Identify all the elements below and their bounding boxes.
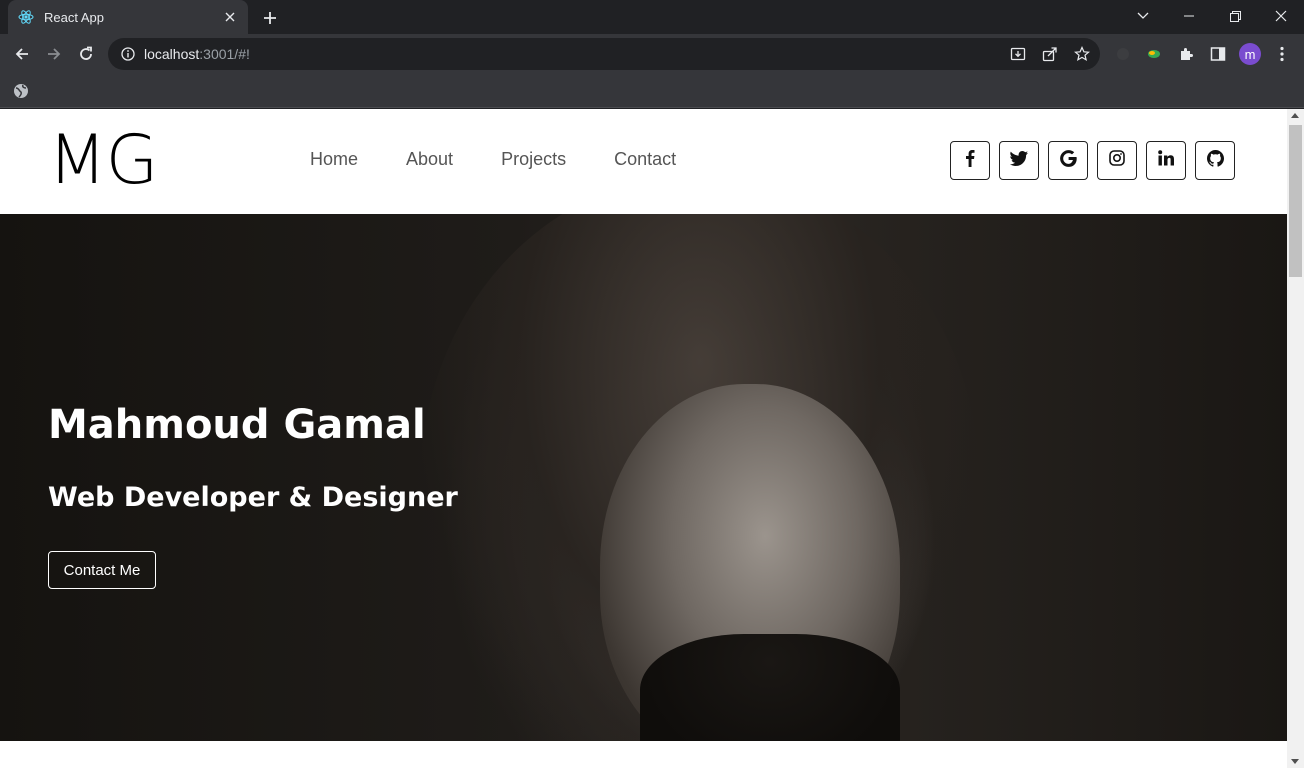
puzzle-extensions-icon[interactable] [1171,39,1201,69]
page-viewport: MG Home About Projects Contact Mahmoud G… [0,109,1287,768]
scroll-up-arrow-icon[interactable] [1291,113,1299,118]
reload-icon[interactable] [71,39,101,69]
forward-arrow-icon[interactable] [39,39,69,69]
new-tab-icon[interactable] [258,6,282,30]
nav-link-home[interactable]: Home [310,149,358,170]
url-path: :3001/#! [199,46,250,62]
nav-link-contact[interactable]: Contact [614,149,676,170]
close-window-icon[interactable] [1258,0,1304,32]
facebook-icon [965,149,975,172]
github-button[interactable] [1195,141,1235,180]
tab-search-chevron-icon[interactable] [1120,0,1166,32]
hero-section: Mahmoud Gamal Web Developer & Designer C… [0,214,1287,741]
browser-tab[interactable]: React App [8,0,248,34]
linkedin-icon [1158,150,1174,171]
react-favicon-icon [18,9,34,25]
hero-title: Mahmoud Gamal [48,402,426,448]
main-nav: Home About Projects Contact [310,149,676,170]
bookmarks-bar [0,74,1304,108]
minimize-icon[interactable] [1166,0,1212,32]
extension-cloud-icon[interactable] [1139,39,1169,69]
scrollbar-thumb[interactable] [1289,125,1302,277]
hero-subtitle: Web Developer & Designer [48,482,458,513]
instagram-icon [1109,150,1125,171]
site-info-icon[interactable] [120,46,136,62]
back-arrow-icon[interactable] [7,39,37,69]
globe-bookmark-icon[interactable] [12,82,30,100]
tab-strip: React App [0,0,1304,34]
avatar: m [1239,43,1261,65]
next-section [0,741,1287,768]
url-host: localhost [144,46,200,62]
browser-toolbar: localhost:3001/#! m [0,34,1304,74]
share-icon[interactable] [1042,46,1058,62]
nav-link-about[interactable]: About [406,149,453,170]
linkedin-button[interactable] [1146,141,1186,180]
hero-photo-neck [640,634,900,741]
install-app-icon[interactable] [1010,46,1026,62]
twitter-icon [1010,150,1028,171]
kebab-menu-icon[interactable] [1267,39,1297,69]
google-icon [1059,149,1077,172]
social-links [950,141,1235,180]
scroll-down-arrow-icon[interactable] [1291,759,1299,764]
tab-title: React App [44,9,104,25]
instagram-button[interactable] [1097,141,1137,180]
twitter-button[interactable] [999,141,1039,180]
restore-icon[interactable] [1212,0,1258,32]
google-button[interactable] [1048,141,1088,180]
contact-me-button[interactable]: Contact Me [48,551,156,589]
facebook-button[interactable] [950,141,990,180]
page-scrollbar[interactable] [1287,109,1304,768]
address-bar[interactable]: localhost:3001/#! [108,38,1100,70]
profile-avatar[interactable]: m [1235,39,1265,69]
site-header: MG Home About Projects Contact [0,109,1287,214]
github-icon [1206,149,1224,172]
bookmark-star-icon[interactable] [1074,46,1090,62]
side-panel-icon[interactable] [1203,39,1233,69]
close-tab-icon[interactable] [222,9,238,25]
site-logo[interactable]: MG [48,127,158,195]
nav-link-projects[interactable]: Projects [501,149,566,170]
extension-dim-icon[interactable] [1108,39,1138,69]
